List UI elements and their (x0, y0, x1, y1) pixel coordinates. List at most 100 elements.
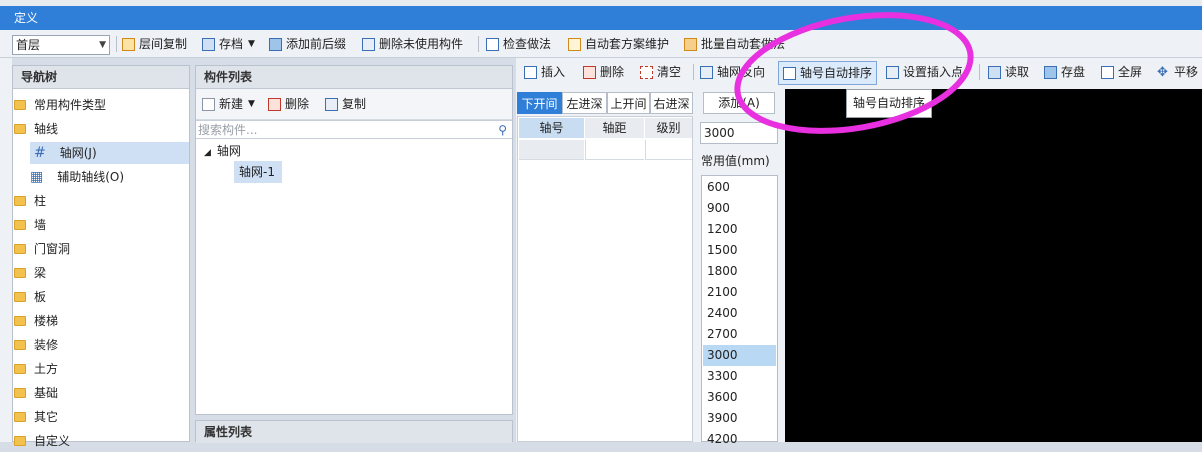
floor-select[interactable]: 首层 ▼ (12, 35, 110, 55)
folder-icon (14, 388, 26, 398)
folder-icon (14, 316, 26, 326)
nav-item-label: 基础 (34, 386, 59, 400)
copy-component-button[interactable]: 复制 (325, 92, 366, 116)
folder-icon (14, 220, 26, 230)
nav-item-9[interactable]: 楼梯 (14, 310, 58, 332)
nav-item-5[interactable]: 墙 (14, 214, 46, 236)
axis-preview-canvas[interactable] (785, 89, 1202, 442)
save-button[interactable]: 存盘 (1044, 58, 1085, 86)
nav-item-1[interactable]: 轴线 (14, 118, 58, 140)
save-icon (1044, 65, 1057, 79)
component-toolbar: 新建 ▼ 删除 复制 (196, 89, 512, 120)
nav-item-11[interactable]: 土方 (14, 358, 58, 380)
tab-upper-bay[interactable]: 上开间 (607, 92, 650, 114)
common-value-item[interactable]: 1500 (703, 240, 776, 261)
nav-item-4[interactable]: 柱 (14, 190, 46, 212)
nav-item-13[interactable]: 其它 (14, 406, 58, 428)
common-value-item[interactable]: 2700 (703, 324, 776, 345)
nav-item-label: 其它 (34, 410, 59, 424)
nav-item-12[interactable]: 基础 (14, 382, 58, 404)
folder-icon (14, 436, 26, 446)
folder-icon (14, 196, 26, 206)
table-cell[interactable] (585, 140, 644, 160)
main-toolbar: 首层 ▼ 层间复制 存档 ▼ 添加前后缀 删除未使用构件 检查做法 自动套方案维… (0, 30, 1202, 58)
property-list-title: 属性列表 (196, 421, 512, 443)
common-value-item[interactable]: 3000 (703, 345, 776, 366)
nav-item-7[interactable]: 梁 (14, 262, 46, 284)
auto-scheme-icon (568, 37, 581, 51)
nav-item-label: 土方 (34, 362, 59, 376)
nav-tree-title: 导航树 (13, 66, 189, 89)
check-method-button[interactable]: 检查做法 (486, 30, 551, 58)
nav-item-3[interactable]: ▦ 辅助轴线(O) (30, 166, 124, 188)
tab-left-depth[interactable]: 左进深 (562, 92, 607, 114)
chevron-down-icon: ▼ (99, 40, 106, 50)
common-value-item[interactable]: 3900 (703, 408, 776, 429)
folder-icon (14, 268, 26, 278)
nav-item-6[interactable]: 门窗洞 (14, 238, 70, 260)
common-value-item[interactable]: 3300 (703, 366, 776, 387)
tree-item-axisgrid-1[interactable]: 轴网-1 (234, 161, 282, 183)
highlight-ellipse (734, 12, 974, 134)
table-header-axis-no: 轴号 (519, 118, 584, 138)
common-value-item[interactable]: 2400 (703, 303, 776, 324)
new-button[interactable]: 新建 ▼ (202, 92, 255, 116)
delete-unused-button[interactable]: 删除未使用构件 (362, 30, 463, 58)
folder-icon (14, 292, 26, 302)
nav-item-label: 梁 (34, 266, 47, 280)
auto-scheme-button[interactable]: 自动套方案维护 (568, 30, 669, 58)
nav-item-2[interactable]: # 轴网(J) (30, 142, 189, 164)
archive-label: 存档 (219, 37, 244, 51)
common-value-item[interactable]: 600 (703, 177, 776, 198)
common-value-item[interactable]: 900 (703, 198, 776, 219)
insert-button[interactable]: 插入 (524, 58, 565, 86)
read-button[interactable]: 读取 (988, 58, 1029, 86)
axis-grid-icon: # (34, 145, 46, 161)
component-list-title: 构件列表 (196, 66, 512, 89)
common-value-item[interactable]: 1200 (703, 219, 776, 240)
nav-item-label: 辅助轴线(O) (57, 170, 125, 184)
folder-icon (14, 100, 26, 110)
folder-icon (14, 244, 26, 254)
nav-item-0[interactable]: 常用构件类型 (14, 94, 106, 116)
fullscreen-button[interactable]: 全屏 (1101, 58, 1142, 86)
search-input[interactable]: 搜索构件... ⚲ (196, 120, 512, 139)
table-cell[interactable] (645, 140, 692, 160)
search-icon[interactable]: ⚲ (498, 121, 507, 139)
table-row[interactable] (519, 140, 584, 160)
archive-button[interactable]: 存档 ▼ (202, 30, 255, 58)
nav-item-14[interactable]: 自定义 (14, 430, 70, 452)
folder-icon (14, 364, 26, 374)
collapse-icon[interactable]: ◢ (204, 148, 211, 158)
delete-component-button[interactable]: 删除 (268, 92, 309, 116)
tab-right-depth[interactable]: 右进深 (650, 92, 693, 114)
pan-label: 平移 (1174, 65, 1199, 79)
pan-icon: ✥ (1157, 64, 1168, 80)
delete-icon (583, 65, 596, 79)
nav-item-10[interactable]: 装修 (14, 334, 58, 356)
pan-button[interactable]: ✥ 平移 (1157, 58, 1198, 86)
nav-item-label: 门窗洞 (34, 242, 71, 256)
common-value-item[interactable]: 2100 (703, 282, 776, 303)
nav-item-label: 楼梯 (34, 314, 59, 328)
insert-label: 插入 (541, 65, 566, 79)
window-title: 定义 (0, 6, 1202, 30)
add-prefix-button[interactable]: 添加前后缀 (269, 30, 346, 58)
tab-lower-bay[interactable]: 下开间 (517, 92, 562, 114)
common-value-item[interactable]: 1800 (703, 261, 776, 282)
delete-axis-button[interactable]: 删除 (583, 58, 624, 86)
property-list-panel: 属性列表 (195, 420, 513, 443)
common-value-item[interactable]: 3600 (703, 387, 776, 408)
copy-floor-button[interactable]: 层间复制 (122, 30, 187, 58)
highlight-ellipse-shape (734, 12, 974, 134)
tree-root[interactable]: ◢ 轴网 (204, 142, 241, 160)
new-label: 新建 (219, 97, 244, 111)
aux-axis-icon: ▦ (30, 169, 44, 185)
fullscreen-icon (1101, 65, 1114, 79)
clear-button[interactable]: 清空 (640, 58, 681, 86)
common-values-title: 常用值(mm) (701, 154, 770, 168)
nav-item-8[interactable]: 板 (14, 286, 46, 308)
delete-label: 删除 (285, 97, 310, 111)
delete-unused-label: 删除未使用构件 (379, 37, 464, 51)
common-value-item[interactable]: 4200 (703, 429, 776, 450)
